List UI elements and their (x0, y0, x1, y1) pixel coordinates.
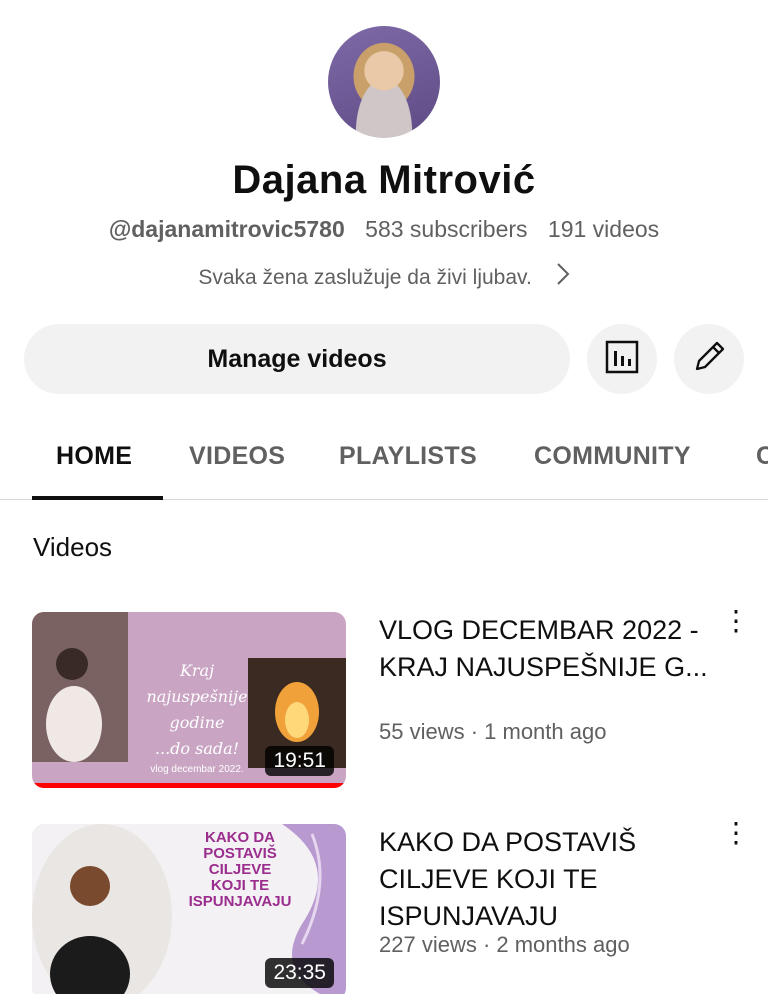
watch-progress-bar (32, 783, 346, 788)
subscriber-count: 583 subscribers (365, 216, 528, 242)
thumb-line: ISPUNJAVAJU (188, 893, 292, 910)
video-duration: 23:35 (265, 958, 334, 988)
thumb-line: najuspešnije godine (146, 687, 248, 732)
video-meta: 227 views · 2 months ago (379, 932, 630, 957)
thumb-line: vlog decembar 2022. (150, 764, 244, 775)
thumb-line: Kraj (179, 661, 215, 680)
active-tab-indicator (32, 496, 163, 500)
thumb-line: CILJEVE (208, 861, 272, 878)
thumb-line: KAKO DA (205, 829, 275, 846)
channel-avatar[interactable] (328, 26, 440, 138)
video-title[interactable]: VLOG DECEMBAR 2022 - KRAJ NAJUSPEŠNIJE G… (379, 612, 709, 686)
chevron-right-icon (556, 262, 570, 293)
bar-chart-icon (604, 339, 640, 380)
channel-handle: @dajanamitrovic5780 (108, 216, 345, 242)
thumb-line: ...do sada! (154, 739, 240, 758)
thumbnail-overlay-text: Kraj najuspešnije godine ...do sada! vlo… (132, 658, 262, 778)
edit-channel-button[interactable] (674, 324, 744, 394)
thumbnail-overlay-text: KAKO DA POSTAVIŠ CILJEVE KOJI TE ISPUNJA… (160, 830, 320, 910)
video-duration: 19:51 (265, 746, 334, 776)
video-thumbnail[interactable]: Kraj najuspešnije godine ...do sada! vlo… (32, 612, 346, 788)
tab-community[interactable]: COMMUNITY (534, 442, 691, 471)
channel-meta: @dajanamitrovic5780 583 subscribers 191 … (0, 216, 768, 243)
manage-videos-button[interactable]: Manage videos (24, 324, 570, 394)
description-text: Svaka žena zaslužuje da živi ljubav. (198, 266, 532, 289)
video-meta: 55 views · 1 month ago (379, 719, 607, 744)
more-vert-icon[interactable]: ⋮ (722, 819, 750, 847)
tab-home[interactable]: HOME (56, 442, 132, 471)
channel-tabs: HOME VIDEOS PLAYLISTS COMMUNITY C (0, 424, 768, 500)
tab-channels-partial[interactable]: C (756, 442, 768, 471)
section-title: Videos (33, 532, 113, 562)
more-vert-icon[interactable]: ⋮ (722, 607, 750, 635)
video-count: 191 videos (547, 216, 660, 242)
thumb-line: KOJI TE (210, 877, 270, 894)
channel-name: Dajana Mitrović (232, 158, 536, 202)
tab-videos[interactable]: VIDEOS (189, 442, 285, 471)
channel-description[interactable]: Svaka žena zaslužuje da živi ljubav. (0, 262, 768, 293)
pencil-icon (691, 339, 727, 380)
thumb-line: POSTAVIŠ (203, 845, 277, 862)
analytics-button[interactable] (587, 324, 657, 394)
video-thumbnail[interactable]: KAKO DA POSTAVIŠ CILJEVE KOJI TE ISPUNJA… (32, 824, 346, 994)
tab-playlists[interactable]: PLAYLISTS (339, 442, 477, 471)
video-title[interactable]: KAKO DA POSTAVIŠ CILJEVE KOJI TE ISPUNJA… (379, 824, 709, 935)
